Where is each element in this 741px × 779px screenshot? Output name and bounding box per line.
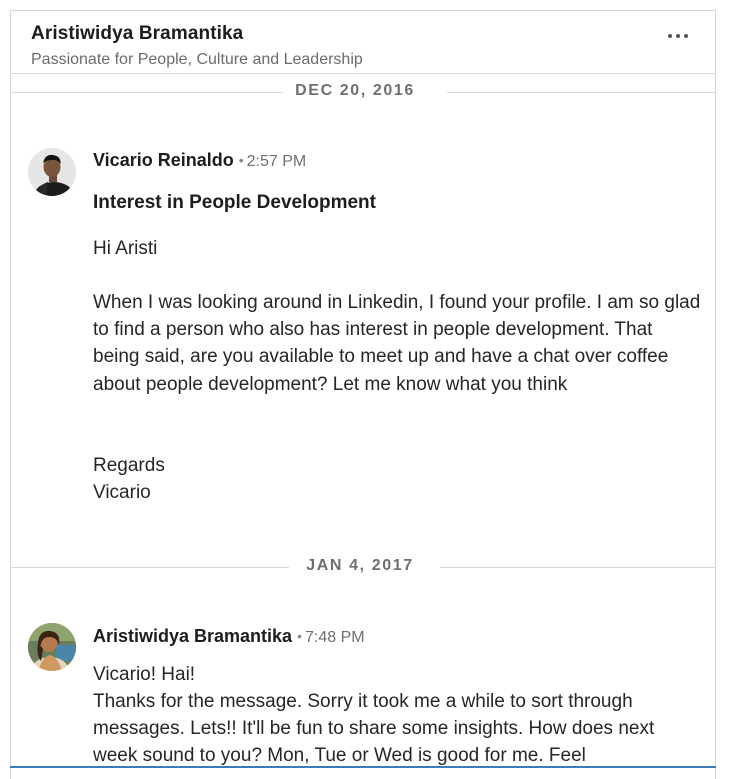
more-horizontal-icon <box>668 34 688 38</box>
separator-dot: • <box>297 628 302 644</box>
message-meta: Aristiwidya Bramantika • 7:48 PM <box>93 626 365 647</box>
participant-name[interactable]: Aristiwidya Bramantika <box>31 23 243 45</box>
more-options-button[interactable] <box>667 29 689 43</box>
date-divider: JAN 4, 2017 <box>11 557 715 577</box>
sender-name[interactable]: Vicario Reinaldo <box>93 150 234 170</box>
avatar[interactable] <box>28 148 76 196</box>
date-divider: DEC 20, 2016 <box>11 82 715 102</box>
message-subject: Interest in People Development <box>93 192 376 213</box>
message-time: 2:57 PM <box>246 153 307 170</box>
message-time: 7:48 PM <box>304 629 365 646</box>
divider-line <box>447 92 715 93</box>
conversation-header: Aristiwidya Bramantika Passionate for Pe… <box>11 11 715 74</box>
message-body: When I was looking around in Linkedin, I… <box>93 292 701 395</box>
conversation-panel: Aristiwidya Bramantika Passionate for Pe… <box>10 10 716 779</box>
date-label: DEC 20, 2016 <box>295 82 415 99</box>
avatar[interactable] <box>28 623 76 671</box>
message-signoff: Regards <box>93 455 165 476</box>
participant-headline: Passionate for People, Culture and Leade… <box>31 51 363 68</box>
separator-dot: • <box>238 152 244 168</box>
date-label: JAN 4, 2017 <box>306 557 414 574</box>
profile-photo-icon <box>28 623 76 671</box>
sender-name[interactable]: Aristiwidya Bramantika <box>93 626 292 646</box>
message-meta: Vicario Reinaldo • 2:57 PM <box>93 150 306 171</box>
message-greeting: Hi Aristi <box>93 238 158 259</box>
compose-focus-bar <box>10 766 716 768</box>
divider-line <box>440 567 715 568</box>
profile-photo-icon <box>28 148 76 196</box>
message-line: Vicario! Hai! <box>93 664 196 685</box>
message-signature: Vicario <box>93 482 151 503</box>
message-body: Thanks for the message. Sorry it took me… <box>93 691 655 767</box>
